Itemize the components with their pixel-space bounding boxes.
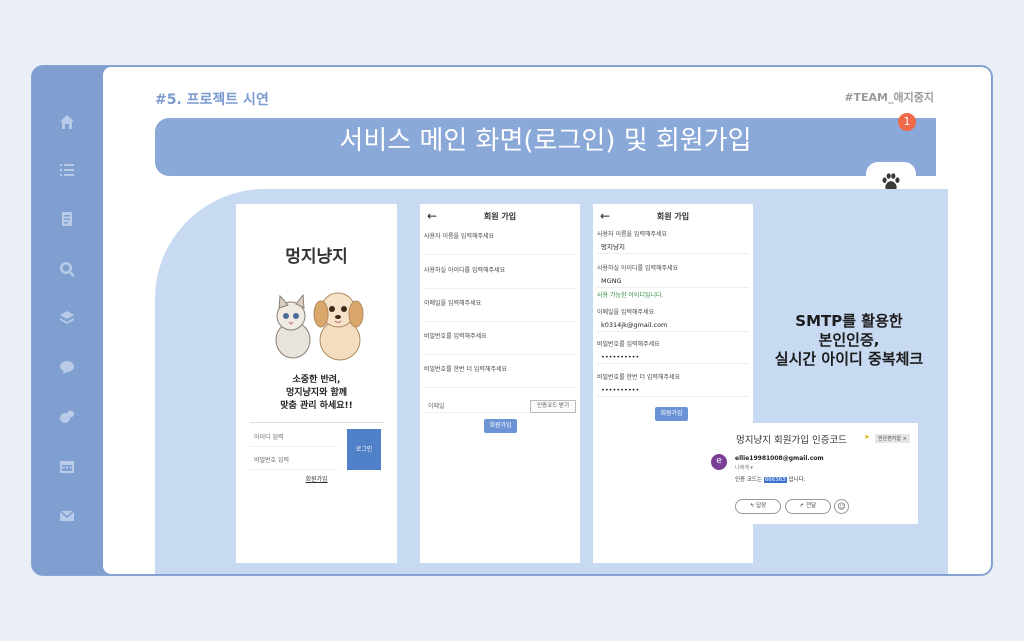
email-verify-row: 이메일 인증코드 받기 (424, 400, 576, 413)
app-title: 멍지냥지 (285, 247, 348, 267)
verification-code: 666363 (763, 477, 787, 483)
password-confirm-label: 비밀번호를 한번 더 입력해주세요 (424, 366, 508, 373)
login-button[interactable]: 로그인 (347, 429, 381, 470)
feature-description: SMTP를 활용한 본인인증, 실시간 아이디 중복체크 (758, 312, 940, 369)
inbox-label[interactable]: 받은편지함 × (875, 434, 910, 443)
document-icon[interactable] (58, 211, 76, 229)
email-code-input[interactable]: 이메일 (424, 400, 528, 413)
password-label: 비밀번호를 입력해주세요 (597, 341, 660, 348)
divider (250, 422, 384, 423)
userid-available-note: 사용 가능한 아이디입니다. (597, 292, 664, 299)
layers-icon[interactable] (58, 310, 76, 328)
userid-input[interactable] (424, 275, 576, 289)
notification-badge: 1 (898, 113, 916, 131)
userid-label: 사용하실 아이디를 입력해주세요 (424, 267, 506, 274)
list-icon[interactable] (58, 162, 76, 180)
signup-header: 회원 가입 (656, 212, 690, 221)
slide-label: #5. 프로젝트 시연 (155, 92, 269, 108)
description-line: SMTP를 활용한 (795, 312, 903, 330)
email-sender: ellie19981008@gmail.com (735, 455, 824, 462)
signup-screen-empty: ← 회원 가입 사용자 이름을 입력해주세요 사용하실 아이디를 입력해주세요 … (420, 204, 580, 563)
page-title: 서비스 메인 화면(로그인) 및 회원가입 (339, 126, 752, 156)
email-recipient[interactable]: 나에게 ▾ (735, 464, 753, 471)
email-subject: 멍지냥지 회원가입 인증코드 (736, 435, 847, 446)
reply-button[interactable]: ↰ 답장 (735, 499, 781, 514)
tagline: 소중한 반려, 멍지냥지와 함께 맞춤 관리 하세요!! (236, 374, 397, 413)
search-icon[interactable] (58, 261, 76, 279)
password-input[interactable] (424, 341, 576, 355)
register-button[interactable]: 회원가입 (655, 407, 688, 421)
team-label: #TEAM_애지중지 (844, 91, 934, 104)
description-line: 본인인증, (818, 331, 880, 349)
name-input[interactable] (424, 241, 576, 255)
tagline-line: 소중한 반려, (292, 375, 341, 385)
mail-icon[interactable] (58, 508, 76, 526)
email-body: 인증 코드는 666363 입니다. (735, 475, 806, 483)
password-input[interactable]: 비밀번호 입력 (250, 452, 338, 470)
email-label: 이메일을 입력해주세요 (424, 300, 482, 307)
login-screen: 멍지냥지 소중한 반려, 멍지냥지와 함께 맞춤 관리 하세요!! 아이디 입력… (236, 204, 397, 563)
forward-button[interactable]: ↱ 전달 (785, 499, 831, 514)
signup-header: 회원 가입 (483, 212, 517, 221)
settings-icon[interactable] (58, 409, 76, 427)
userid-label: 사용하실 아이디를 입력해주세요 (597, 265, 679, 272)
home-icon[interactable] (58, 114, 76, 132)
email-body-prefix: 인증 코드는 (735, 477, 764, 483)
email-input[interactable]: k0314jk@gmail.com (597, 318, 749, 332)
email-input[interactable] (424, 308, 576, 322)
tagline-line: 멍지냥지와 함께 (285, 388, 348, 398)
name-label: 사용자 이름을 입력해주세요 (424, 233, 495, 240)
password-confirm-input[interactable]: •••••••••• (597, 383, 749, 397)
userid-input[interactable]: MGNG (597, 274, 749, 288)
password-confirm-label: 비밀번호를 한번 더 입력해주세요 (597, 374, 681, 381)
pet-illustration (258, 278, 374, 364)
email-label: 이메일을 입력해주세요 (597, 309, 655, 316)
verification-email: 멍지냥지 회원가입 인증코드 ➤ 받은편지함 × e ellie19981008… (708, 423, 918, 524)
emoji-icon[interactable]: ☺ (834, 499, 849, 514)
password-confirm-input[interactable] (424, 374, 576, 388)
name-label: 사용자 이름을 입력해주세요 (597, 231, 668, 238)
password-label: 비밀번호를 입력해주세요 (424, 333, 487, 340)
chat-icon[interactable] (58, 359, 76, 377)
important-marker-icon: ➤ (864, 433, 870, 441)
calendar-icon[interactable] (58, 458, 76, 476)
id-input[interactable]: 아이디 입력 (250, 429, 338, 447)
get-code-button[interactable]: 인증코드 받기 (530, 400, 576, 413)
description-line: 실시간 아이디 중복체크 (774, 350, 924, 368)
email-body-suffix: 입니다. (786, 477, 806, 483)
tagline-line: 맞춤 관리 하세요!! (280, 401, 353, 411)
name-input[interactable]: 멍지냥지 (597, 240, 749, 254)
avatar: e (711, 454, 727, 470)
signup-link[interactable]: 회원가입 (236, 474, 397, 483)
password-input[interactable]: •••••••••• (597, 350, 749, 364)
register-button[interactable]: 회원가입 (484, 419, 517, 433)
